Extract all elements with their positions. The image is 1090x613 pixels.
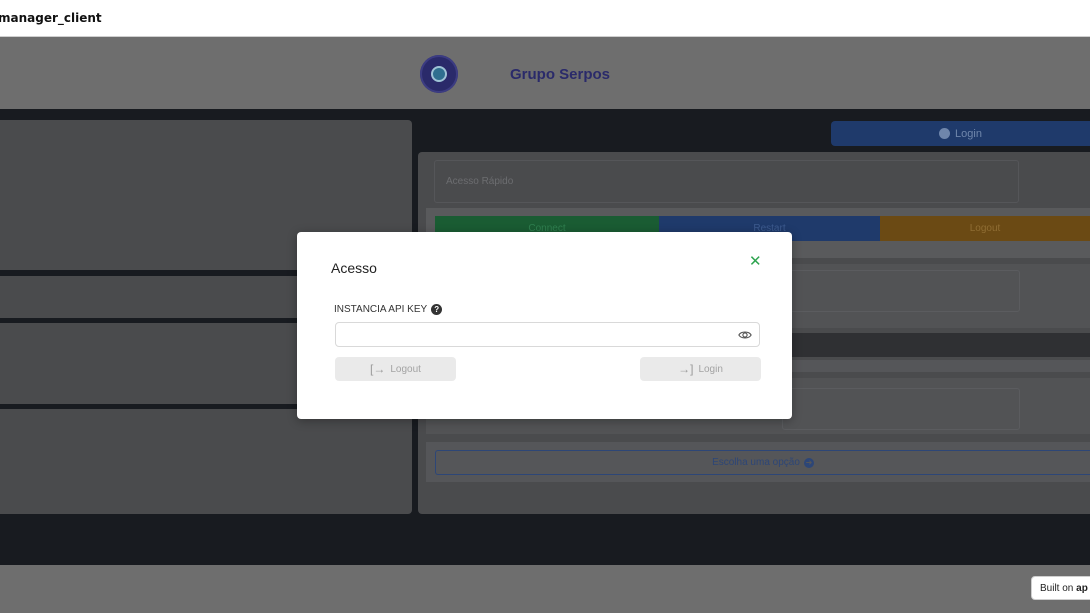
- quick-access-box: [434, 160, 1019, 203]
- top-login-button[interactable]: Login: [831, 121, 1090, 146]
- sign-out-icon: [→: [370, 362, 386, 376]
- page-footer: [0, 565, 1090, 613]
- modal-logout-button[interactable]: [→ Logout: [335, 357, 456, 381]
- status-box: [782, 270, 1020, 312]
- brand-name: Grupo Serpos: [510, 66, 611, 83]
- api-key-label-text: INSTANCIA API KEY: [334, 304, 428, 315]
- modal-logout-label: Logout: [390, 363, 421, 375]
- instance-panel-footer: [0, 409, 412, 514]
- api-key-input[interactable]: [335, 322, 760, 347]
- built-on-prefix: Built on: [1040, 583, 1074, 594]
- built-on-brand: ap: [1076, 583, 1088, 594]
- question-circle-icon[interactable]: ?: [431, 304, 443, 315]
- built-on-badge[interactable]: Built on ap: [1031, 576, 1090, 600]
- quick-access-title: Acesso Rápido: [446, 176, 514, 187]
- modal-login-button[interactable]: →] Login: [640, 357, 761, 381]
- window-titlebar: manager_client: [0, 0, 1090, 37]
- app-header: Grupo Serpos: [0, 37, 1090, 109]
- options-box: [782, 388, 1020, 430]
- access-modal: Acesso ✕ INSTANCIA API KEY ? [→ Logout →…: [297, 232, 792, 419]
- api-key-label: INSTANCIA API KEY ?: [334, 304, 443, 315]
- eye-icon[interactable]: [738, 328, 752, 342]
- sign-in-icon: →]: [678, 362, 694, 376]
- modal-login-label: Login: [698, 363, 723, 375]
- choose-option-label: Escolha uma opção: [712, 457, 800, 468]
- choose-option-button[interactable]: Escolha uma opção ➜: [435, 450, 1090, 475]
- globe-clock-logo: [420, 55, 458, 93]
- close-x-icon[interactable]: ✕: [749, 252, 762, 270]
- user-circle-icon: [939, 128, 951, 139]
- top-login-label: Login: [955, 127, 982, 140]
- logout-button[interactable]: Logout: [880, 216, 1090, 241]
- modal-title: Acesso: [331, 260, 377, 276]
- arrow-circle-right-icon: ➜: [803, 457, 814, 468]
- window-title: manager_client: [0, 11, 102, 25]
